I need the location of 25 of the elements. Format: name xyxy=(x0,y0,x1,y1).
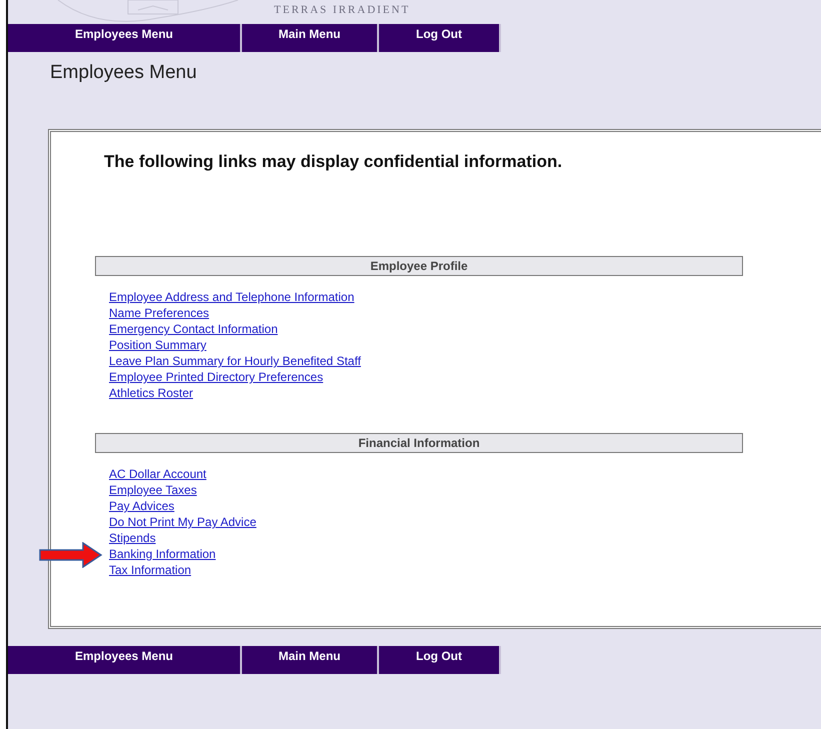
menu-link[interactable]: Do Not Print My Pay Advice xyxy=(109,515,256,529)
nav-button[interactable]: Main Menu xyxy=(242,646,379,674)
page-title: Employees Menu xyxy=(50,62,198,84)
nav-button[interactable]: Main Menu xyxy=(242,24,379,52)
section-header: Employee Profile xyxy=(95,256,743,276)
menu-link[interactable]: Tax Information xyxy=(109,563,192,577)
menu-link[interactable]: Pay Advices xyxy=(109,499,174,513)
menu-link[interactable]: Employee Address and Telephone Information xyxy=(109,290,354,304)
menu-link[interactable]: Employee Printed Directory Preferences xyxy=(109,370,324,384)
menu-link[interactable]: Banking Information xyxy=(109,547,216,561)
menu-link[interactable]: Name Preferences xyxy=(109,306,210,320)
menu-link[interactable]: Stipends xyxy=(109,531,156,545)
motto-text: TERRAS IRRADIENT xyxy=(274,4,410,16)
menu-link[interactable]: Emergency Contact Information xyxy=(109,322,278,336)
menu-link[interactable]: AC Dollar Account xyxy=(109,467,206,481)
menu-link[interactable]: Athletics Roster xyxy=(109,386,194,400)
nav-button[interactable]: Log Out xyxy=(379,24,501,52)
menu-link[interactable]: Leave Plan Summary for Hourly Benefited Staff xyxy=(109,354,361,368)
nav-button[interactable]: Employees Menu xyxy=(8,646,242,674)
section-header: Financial Information xyxy=(95,433,743,453)
menu-link[interactable]: Position Summary xyxy=(109,338,206,352)
nav-button[interactable]: Log Out xyxy=(379,646,501,674)
notice-text: The following links may display confidential information. xyxy=(104,152,564,172)
menu-link[interactable]: Employee Taxes xyxy=(109,483,197,497)
nav-button[interactable]: Employees Menu xyxy=(8,24,242,52)
